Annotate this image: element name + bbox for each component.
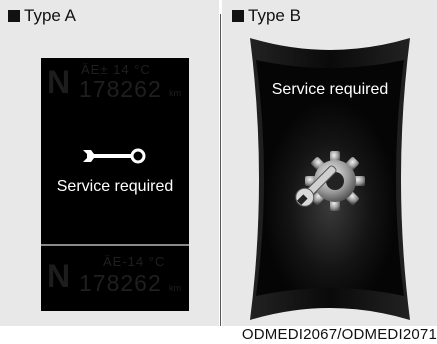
bullet-square-icon (8, 10, 20, 22)
figure-code-caption: ODMEDI2067/ODMEDI2071 (241, 326, 437, 343)
ghost-gear-indicator-top: N (47, 64, 71, 100)
wrench-icon (81, 146, 151, 166)
type-b-title: Type B (248, 6, 301, 25)
ghost-odometer-top: 178262 (79, 76, 162, 102)
panel-divider-line (220, 14, 221, 326)
type-a-title: Type A (24, 6, 76, 25)
type-b-heading: Type B (232, 6, 301, 26)
type-a-panel: Type A N ÄE± 14 °C 178262 km Service req… (0, 0, 219, 326)
ghost-odometer-bottom: 178262 (79, 270, 162, 296)
bullet-square-icon (232, 10, 244, 22)
ghost-km-unit-top: km (169, 88, 181, 98)
type-b-service-message: Service required (271, 81, 389, 98)
ghost-gear-indicator-bottom: N (47, 258, 71, 294)
type-a-cluster-display: N ÄE± 14 °C 178262 km Service required N… (41, 58, 189, 311)
type-a-heading: Type A (8, 6, 76, 26)
type-b-cluster-display: Service required (250, 38, 410, 320)
type-a-service-message: Service required (56, 178, 174, 195)
ghost-temperature-top: ÄE± 14 °C (81, 62, 151, 77)
ghost-km-unit-bottom: km (169, 283, 181, 293)
type-b-panel: Type B Service required (222, 0, 437, 326)
gear-wrench-icon (287, 141, 372, 226)
ghost-temperature-bottom: ÄE-14 °C (103, 254, 166, 269)
cluster-separator (41, 244, 189, 246)
